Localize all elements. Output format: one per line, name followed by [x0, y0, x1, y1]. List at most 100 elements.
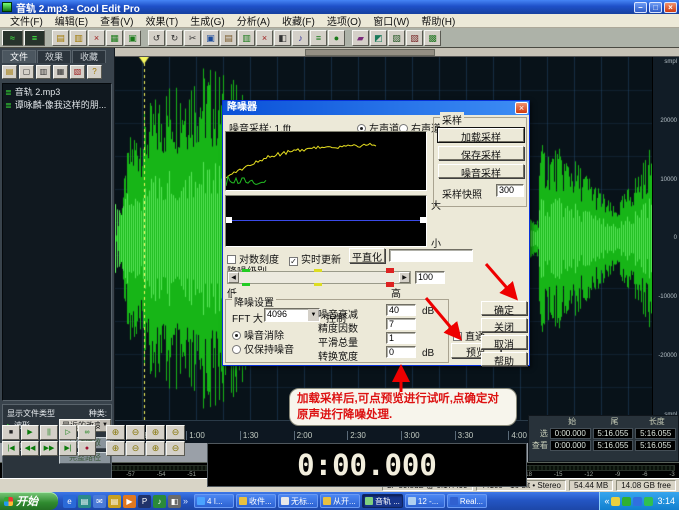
panel-close-icon[interactable]: ▢: [19, 65, 34, 79]
task-media[interactable]: 4 I...: [194, 494, 234, 508]
save-as-icon[interactable]: ▣: [124, 30, 141, 46]
window-titlebar[interactable]: 音轨 2.mp3 - Cool Edit Pro – □ ×: [0, 0, 679, 14]
ie-icon[interactable]: e: [63, 495, 76, 508]
load-sample-button[interactable]: 加载采样: [438, 128, 524, 142]
horizontal-scrollbar[interactable]: [115, 48, 679, 57]
tray-chevron-icon[interactable]: «: [604, 496, 609, 506]
task-inbox[interactable]: 收件...: [236, 494, 276, 508]
paint-icon[interactable]: ◧: [168, 495, 181, 508]
remove-noise-radio[interactable]: 噪音消除: [232, 327, 284, 342]
copy-icon[interactable]: ▣: [202, 30, 219, 46]
menu-item[interactable]: 分析(A): [231, 13, 276, 28]
panel-remove-icon[interactable]: ▧: [70, 65, 85, 79]
noise-reduce-input[interactable]: 40: [386, 304, 416, 316]
close-file-icon[interactable]: ×: [88, 30, 105, 46]
tray-language-icon[interactable]: [644, 497, 653, 506]
start-button[interactable]: 开始: [0, 492, 58, 510]
dialog-close-icon[interactable]: ×: [515, 102, 528, 114]
play-to-end-button[interactable]: ▷: [59, 425, 77, 440]
show-desktop-icon[interactable]: ▤: [78, 495, 91, 508]
panel-insert-icon[interactable]: ▦: [53, 65, 68, 79]
loop-button[interactable]: ∞: [78, 425, 96, 440]
noise-envelope-graph[interactable]: [225, 195, 427, 247]
zoom-full-button[interactable]: ⊖: [166, 425, 185, 440]
maximize-button[interactable]: □: [649, 2, 662, 13]
zoom-in-v-button[interactable]: ⊕: [106, 441, 125, 456]
flatten-button[interactable]: 平直化: [349, 248, 385, 263]
noise-level-slider[interactable]: ◀ ▶: [227, 271, 411, 284]
menu-item[interactable]: 文件(F): [4, 13, 49, 28]
transition-input[interactable]: 0: [386, 346, 416, 358]
dialog-title[interactable]: 降噪器: [223, 101, 529, 115]
save-sample-button[interactable]: 保存采样: [438, 146, 524, 160]
record-button[interactable]: ●: [78, 441, 96, 456]
fx-eq-icon[interactable]: ▨: [388, 30, 405, 46]
save-file-icon[interactable]: ▦: [106, 30, 123, 46]
multitrack-view-icon[interactable]: ≡: [24, 30, 45, 46]
file-list[interactable]: 音轨 2.mp3谭咏麟-像我这样的朋...: [2, 83, 112, 401]
panel-help-icon[interactable]: ?: [87, 65, 102, 79]
go-start-button[interactable]: |◀: [2, 441, 20, 456]
panel-open-icon[interactable]: ▤: [2, 65, 17, 79]
view-end[interactable]: 5:16.055: [593, 440, 634, 451]
minimize-button[interactable]: –: [634, 2, 647, 13]
fast-forward-button[interactable]: ▶▶: [40, 441, 58, 456]
help-button[interactable]: 帮助: [481, 352, 527, 366]
waveform-view-icon[interactable]: ≈: [2, 30, 23, 46]
menu-item[interactable]: 效果(T): [139, 13, 184, 28]
mix-paste-icon[interactable]: ▥: [238, 30, 255, 46]
undo-icon[interactable]: ↺: [148, 30, 165, 46]
time-display[interactable]: 0:00.000: [207, 443, 527, 487]
task-cooledit[interactable]: 音轨 ...: [362, 494, 403, 508]
menu-item[interactable]: 编辑(E): [49, 13, 94, 28]
cancel-button[interactable]: 取消: [481, 335, 527, 349]
sel-length[interactable]: 5:16.055: [635, 428, 676, 439]
zoom-in-button[interactable]: ⊕: [106, 425, 125, 440]
menu-item[interactable]: 选项(O): [321, 13, 367, 28]
open-file-icon[interactable]: ▤: [52, 30, 69, 46]
sel-end[interactable]: 5:16.055: [593, 428, 634, 439]
fx-envelope-icon[interactable]: ▰: [352, 30, 369, 46]
convert-type-icon[interactable]: ♪: [292, 30, 309, 46]
slider-right-arrow[interactable]: ▶: [399, 272, 410, 283]
close-dialog-button[interactable]: 关闭: [481, 318, 527, 332]
zoom-out-button[interactable]: ⊖: [126, 425, 145, 440]
ok-button[interactable]: 确定: [481, 301, 527, 315]
pause-button[interactable]: ||: [40, 425, 58, 440]
smoothing-input[interactable]: 1: [386, 332, 416, 344]
properties-icon[interactable]: ≡: [310, 30, 327, 46]
rewind-button[interactable]: ◀◀: [21, 441, 39, 456]
panel-sort-icon[interactable]: ▥: [36, 65, 51, 79]
fx-normalize-icon[interactable]: ◩: [370, 30, 387, 46]
trim-icon[interactable]: ◧: [274, 30, 291, 46]
envelope-line[interactable]: [227, 220, 425, 221]
menu-item[interactable]: 帮助(H): [415, 13, 461, 28]
scrollbar-thumb[interactable]: [305, 49, 435, 56]
cut-icon[interactable]: ✂: [184, 30, 201, 46]
close-button[interactable]: ×: [664, 2, 677, 13]
tab-effects[interactable]: 效果: [37, 50, 71, 63]
zoom-out-v-button[interactable]: ⊖: [126, 441, 145, 456]
redo-icon[interactable]: ↻: [166, 30, 183, 46]
zoom-right-button[interactable]: ⊖: [166, 441, 185, 456]
sel-start[interactable]: 0:00.000: [550, 428, 591, 439]
settings-icon[interactable]: ●: [328, 30, 345, 46]
mail-icon[interactable]: ✉: [93, 495, 106, 508]
slider-left-arrow[interactable]: ◀: [228, 272, 239, 283]
fx-reverb-icon[interactable]: ▧: [406, 30, 423, 46]
task-untitled[interactable]: 无标...: [278, 494, 318, 508]
snapshot-input[interactable]: 300: [496, 184, 524, 197]
tab-favorites[interactable]: 收藏: [72, 50, 106, 63]
menu-item[interactable]: 查看(V): [94, 13, 139, 28]
notes-icon[interactable]: ♪: [153, 495, 166, 508]
live-update-checkbox[interactable]: ✓实时更新: [289, 251, 341, 266]
quick-launch-overflow[interactable]: »: [183, 496, 188, 506]
menu-item[interactable]: 收藏(F): [276, 13, 321, 28]
paste-icon[interactable]: ▤: [220, 30, 237, 46]
open-append-icon[interactable]: ▥: [70, 30, 87, 46]
fx-noise-icon[interactable]: ▩: [424, 30, 441, 46]
task-realplayer[interactable]: Real...: [447, 494, 487, 508]
tray-network-icon[interactable]: [633, 497, 642, 506]
amplitude-ruler[interactable]: smpl 20000 10000 0 -10000 -20000 smpl: [652, 57, 679, 420]
zoom-left-button[interactable]: ⊕: [146, 441, 165, 456]
